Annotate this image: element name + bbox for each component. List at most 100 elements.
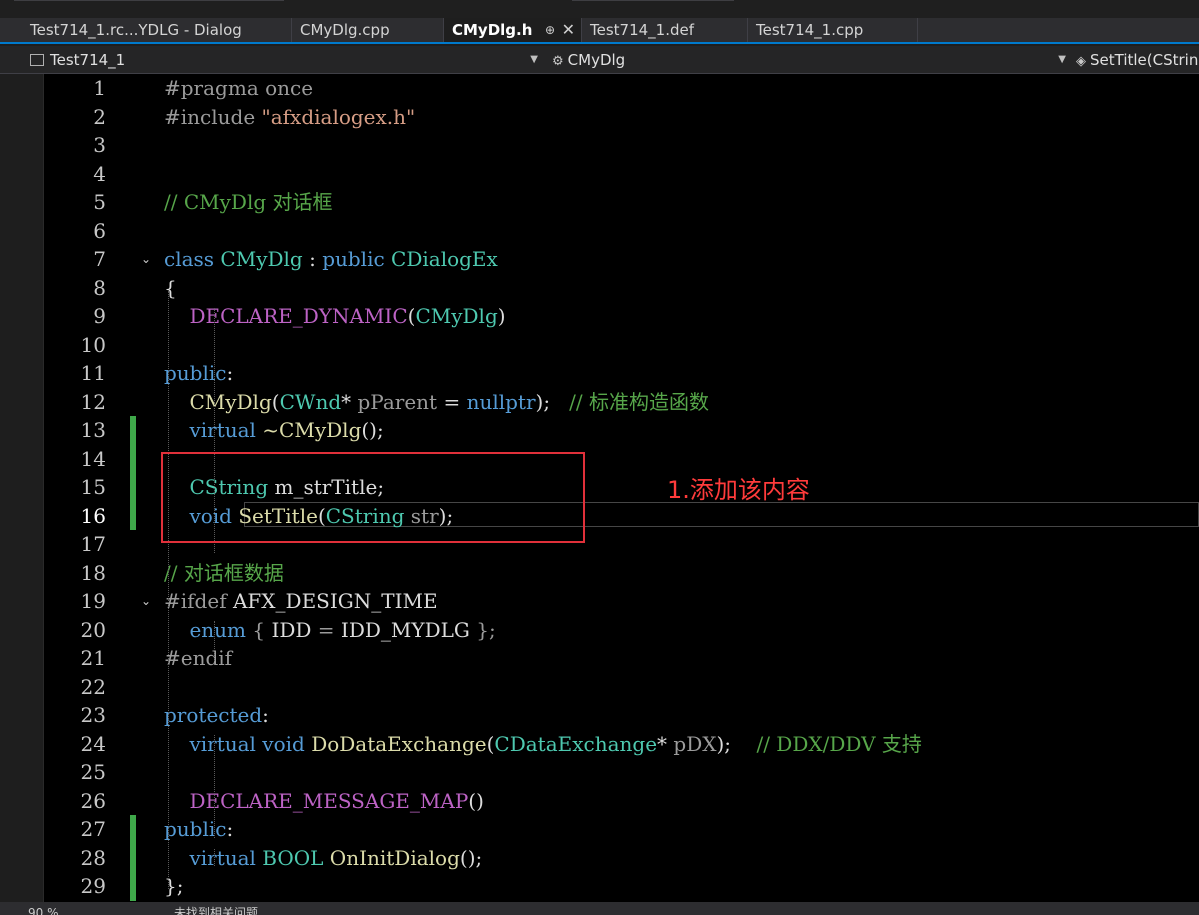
line-number: 17 xyxy=(80,532,106,556)
project-name: Test714_1 xyxy=(50,51,126,69)
tab-cmydlg-cpp[interactable]: CMyDlg.cpp xyxy=(292,18,444,42)
code-line[interactable]: 22 xyxy=(44,673,1199,702)
tab-def[interactable]: Test714_1.def xyxy=(582,18,748,42)
line-number: 1 xyxy=(93,76,106,100)
code-token: CMyDlg xyxy=(189,389,272,414)
code-token: ) xyxy=(497,304,506,328)
code-text: #include "afxdialogex.h" xyxy=(164,103,415,132)
code-token: }; xyxy=(164,874,184,898)
code-token: virtual xyxy=(189,845,263,870)
code-token: : xyxy=(226,361,234,385)
pin-icon[interactable]: ⊕ xyxy=(545,18,555,42)
line-number: 24 xyxy=(80,731,106,756)
code-line[interactable]: 3 xyxy=(44,131,1199,160)
class-dropdown[interactable]: ⚙ CMyDlg ▼ xyxy=(552,49,1072,71)
fold-chevron-icon[interactable]: ⌄ xyxy=(139,252,153,266)
code-text: DECLARE_DYNAMIC(CMyDlg) xyxy=(164,302,506,331)
code-line[interactable]: 23 protected: xyxy=(44,701,1199,730)
code-token: #endif xyxy=(164,646,233,670)
indent-guide xyxy=(214,735,215,838)
tab-cmydlg-h[interactable]: CMyDlg.h ⊕ ✕ xyxy=(444,18,582,42)
code-line[interactable]: 4 xyxy=(44,160,1199,189)
code-text: virtual ~CMyDlg(); xyxy=(164,416,384,445)
code-text: public: xyxy=(164,815,233,844)
chevron-down-icon: ▼ xyxy=(530,54,538,65)
code-token: CDataExchange xyxy=(494,731,658,756)
line-number: 26 xyxy=(80,788,106,813)
indent-guide xyxy=(214,621,215,662)
code-line[interactable]: 5 // CMyDlg 对话框 xyxy=(44,188,1199,217)
line-number: 5 xyxy=(93,190,106,214)
code-token: #ifdef xyxy=(164,589,233,613)
indicator-margin xyxy=(0,74,44,902)
code-line[interactable]: 7 ⌄ class CMyDlg : public CDialogEx xyxy=(44,245,1199,274)
code-line[interactable]: 6 xyxy=(44,217,1199,246)
line-number: 14 xyxy=(80,446,106,471)
code-line[interactable]: 18 // 对话框数据 xyxy=(44,559,1199,588)
code-text: #endif xyxy=(164,644,232,673)
code-line[interactable]: 27 public: xyxy=(44,815,1199,844)
document-tab-bar: Test714_1.rc...YDLG - Dialog CMyDlg.cpp … xyxy=(0,18,1199,44)
code-token: public xyxy=(164,817,227,841)
code-token: { xyxy=(164,275,177,300)
code-token: : xyxy=(302,247,323,271)
code-text: { xyxy=(164,274,177,303)
code-line[interactable]: 11 public: xyxy=(44,359,1199,388)
code-line[interactable]: 10 xyxy=(44,331,1199,360)
status-bar: 90 % 未找到相关问题 xyxy=(0,902,1199,915)
close-icon[interactable]: ✕ xyxy=(562,18,575,42)
member-dropdown[interactable]: ◈ SetTitle(CStrin xyxy=(1076,49,1199,71)
tab-rc-dialog[interactable]: Test714_1.rc...YDLG - Dialog xyxy=(22,18,292,42)
line-number: 8 xyxy=(93,275,106,300)
code-line[interactable]: 12 CMyDlg(CWnd* pParent = nullptr); // 标… xyxy=(44,388,1199,417)
code-text: public: xyxy=(164,359,233,388)
code-token: pParent xyxy=(357,389,438,414)
issues-status[interactable]: 未找到相关问题 xyxy=(174,902,258,915)
member-name: SetTitle(CStrin xyxy=(1090,51,1199,69)
code-line[interactable]: 21 #endif xyxy=(44,644,1199,673)
tab-main-cpp[interactable]: Test714_1.cpp xyxy=(748,18,918,42)
code-token: = xyxy=(437,389,467,414)
code-token: ); xyxy=(716,731,757,756)
code-token: { xyxy=(252,617,272,642)
code-token: virtual void xyxy=(189,731,312,756)
code-token: () xyxy=(468,788,484,813)
code-line[interactable]: 19 ⌄ #ifdef AFX_DESIGN_TIME xyxy=(44,587,1199,616)
code-token: DECLARE_DYNAMIC xyxy=(189,304,408,328)
code-line[interactable]: 13 virtual ~CMyDlg(); xyxy=(44,416,1199,445)
code-token: virtual xyxy=(189,418,263,442)
code-token: CDialogEx xyxy=(391,247,498,271)
line-number: 21 xyxy=(80,646,106,670)
tab-label: CMyDlg.cpp xyxy=(300,21,390,39)
code-token: IDD_MYDLG xyxy=(340,617,470,642)
change-marker xyxy=(130,416,136,530)
code-token: OnInitDialog xyxy=(329,845,460,870)
code-token: (); xyxy=(459,845,483,870)
code-line[interactable]: 20 enum { IDD = IDD_MYDLG }; xyxy=(44,616,1199,645)
line-number: 2 xyxy=(93,104,106,129)
code-token: (); xyxy=(361,418,384,442)
code-line[interactable]: 25 xyxy=(44,758,1199,787)
code-line[interactable]: 29}; xyxy=(44,872,1199,901)
line-number: 27 xyxy=(80,817,106,841)
fold-chevron-icon[interactable]: ⌄ xyxy=(139,594,153,608)
code-text: virtual void DoDataExchange(CDataExchang… xyxy=(164,730,921,759)
code-token: // 标准构造函数 xyxy=(569,389,710,414)
code-line[interactable]: 9 DECLARE_DYNAMIC(CMyDlg) xyxy=(44,302,1199,331)
tab-label: CMyDlg.h xyxy=(452,21,533,39)
code-line[interactable]: 24 virtual void DoDataExchange(CDataExch… xyxy=(44,730,1199,759)
change-marker xyxy=(130,815,136,901)
code-line[interactable]: 26 DECLARE_MESSAGE_MAP() xyxy=(44,787,1199,816)
zoom-level[interactable]: 90 % xyxy=(28,902,59,915)
code-line[interactable]: 28 virtual BOOL OnInitDialog(); xyxy=(44,844,1199,873)
project-dropdown[interactable]: Test714_1 ▼ xyxy=(30,49,544,71)
line-number: 15 xyxy=(80,475,106,499)
code-token: AFX_DESIGN_TIME xyxy=(232,589,438,613)
code-line[interactable]: 8{ xyxy=(44,274,1199,303)
code-line[interactable]: 1 #pragma once xyxy=(44,74,1199,103)
annotation-box xyxy=(161,452,585,543)
code-token: protected xyxy=(164,703,263,727)
tab-label: Test714_1.cpp xyxy=(756,21,864,39)
code-token: public xyxy=(164,361,227,385)
code-line[interactable]: 2 #include "afxdialogex.h" xyxy=(44,103,1199,132)
